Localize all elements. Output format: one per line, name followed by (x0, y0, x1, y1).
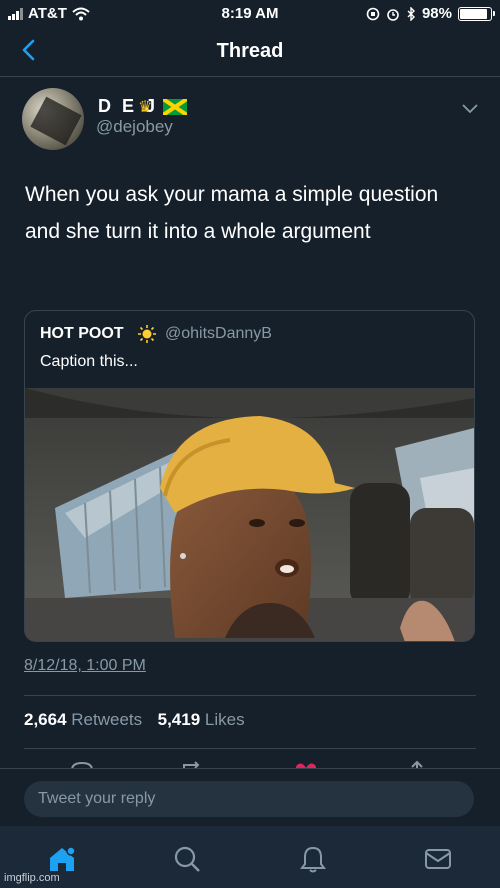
reply-bar (0, 768, 500, 825)
search-icon[interactable] (172, 844, 202, 874)
engagement-stats: 2,664 Retweets 5,419 Likes (24, 710, 245, 730)
username[interactable]: @dejobey (96, 117, 173, 137)
reply-input[interactable] (24, 781, 474, 817)
quoted-media-image[interactable] (25, 388, 474, 641)
battery-icon (458, 6, 495, 21)
tweet-timestamp[interactable]: 8/12/18, 1:00 PM (24, 657, 146, 675)
crown-icon: ♛ (138, 99, 153, 116)
status-right: 98% (366, 5, 495, 22)
battery-percent: 98% (421, 5, 452, 22)
tweet-text: When you ask your mama a simple question… (25, 183, 439, 243)
car-interior-photo (25, 388, 474, 641)
divider (24, 748, 476, 749)
home-icon[interactable] (47, 844, 77, 874)
likes-label[interactable]: Likes (205, 710, 245, 729)
quoted-username: @ohitsDannyB (165, 325, 272, 342)
page-title: Thread (216, 40, 284, 62)
avatar[interactable] (22, 88, 84, 150)
bluetooth-icon (407, 6, 415, 21)
status-bar: AT&T 8:19 AM 98% (0, 0, 500, 28)
divider (24, 695, 476, 696)
bottom-tab-bar (0, 826, 500, 888)
chevron-down-icon[interactable] (460, 100, 480, 116)
retweets-label[interactable]: Retweets (71, 710, 142, 729)
envelope-icon[interactable] (423, 844, 453, 874)
orientation-lock-icon (366, 7, 380, 20)
battery-fill (460, 8, 488, 19)
quoted-display-name: HOT POOT (40, 325, 124, 342)
like-count[interactable]: 5,419 (158, 710, 201, 729)
quoted-tweet[interactable]: HOT POOT @ohitsDannyB Caption this... (24, 310, 475, 642)
nav-bar: Thread (0, 28, 500, 77)
quoted-text: Caption this... (40, 353, 138, 370)
jamaica-flag-icon (163, 99, 187, 115)
retweet-count[interactable]: 2,664 (24, 710, 67, 729)
bell-icon[interactable] (298, 844, 328, 874)
sun-icon (138, 325, 156, 343)
watermark: imgflip.com (4, 872, 60, 884)
alarm-icon (387, 8, 399, 21)
